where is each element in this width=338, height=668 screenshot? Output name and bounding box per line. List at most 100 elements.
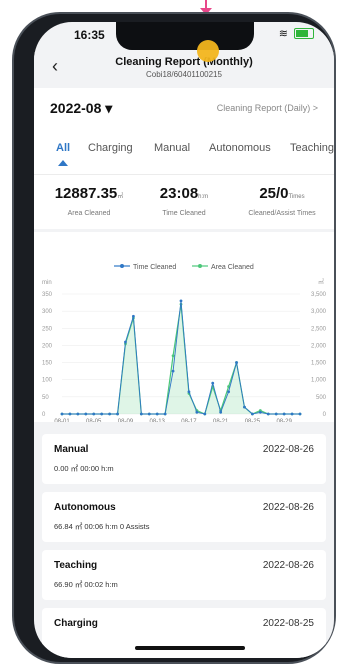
data-point-time [124, 340, 127, 344]
page-title: Cleaning Report (Monthly) [115, 56, 253, 68]
data-point-time [155, 412, 159, 416]
stat-times-label: Cleaned/Assist Times [248, 210, 316, 217]
tab-manual[interactable]: Manual [154, 142, 190, 154]
y-tick-right: 2,000 [311, 343, 327, 349]
record-name: Manual [54, 444, 89, 455]
data-point-time [76, 412, 80, 416]
tab-all[interactable]: All [56, 142, 70, 154]
data-point-time [251, 412, 254, 416]
data-point-time [116, 412, 119, 416]
legend-label-area: Area Cleaned [211, 264, 254, 271]
home-indicator [135, 646, 245, 650]
area-fill [62, 304, 300, 414]
x-tick-label: 08-21 [213, 419, 229, 422]
data-point-time [203, 412, 207, 416]
daily-report-link[interactable]: Cleaning Report (Daily) > [217, 103, 318, 113]
y-tick-left: 350 [42, 292, 53, 298]
y-tick-right: 500 [316, 395, 327, 401]
record-detail: 66.84 ㎡ 00:06 h:m 0 Assists [54, 522, 150, 531]
x-tick-label: 08-17 [181, 419, 197, 422]
data-point-time [60, 412, 64, 416]
nav-header: ‹ Cleaning Report (Monthly) Cobi18/60401… [34, 52, 334, 86]
y-tick-right: 3,000 [311, 309, 327, 315]
stat-time-label: Time Cleaned [162, 210, 206, 217]
x-tick-label: 08-29 [276, 419, 292, 422]
record-card-teaching[interactable]: Teaching 2022-08-26 66.90 ㎡ 00:02 h:m [42, 550, 326, 600]
stat-time-unit: h:m [198, 194, 209, 200]
battery-icon [294, 28, 314, 39]
stat-times: 25/0Times Cleaned/Assist Times [230, 185, 334, 217]
data-point-time [179, 299, 183, 303]
stat-area-unit: ㎡ [117, 194, 124, 200]
stat-area: 12887.35㎡ Area Cleaned [44, 185, 134, 217]
record-date: 2022-08-25 [262, 618, 314, 629]
record-card-manual[interactable]: Manual 2022-08-26 0.00 ㎡ 00:00 h:m [42, 434, 326, 484]
y-tick-right: 1,000 [311, 378, 327, 384]
y-tick-right: 0 [323, 412, 327, 418]
legend-dot-time [120, 264, 124, 268]
record-date: 2022-08-26 [262, 444, 314, 455]
x-tick-label: 08-25 [245, 419, 261, 422]
category-tabs: All Charging Manual Autonomous Teaching [34, 128, 334, 174]
y-tick-left: 150 [42, 361, 53, 367]
record-name: Autonomous [54, 502, 116, 513]
notch [116, 22, 254, 50]
tab-charging[interactable]: Charging [88, 142, 133, 154]
y-tick-left: 50 [42, 395, 49, 401]
status-time: 16:35 [74, 28, 105, 42]
device-id: Cobi18/60401100215 [146, 70, 222, 79]
y-tick-left: 100 [42, 378, 53, 384]
y-tick-right: 1,500 [311, 361, 327, 367]
data-point-time [243, 405, 246, 409]
y-tick-left: 250 [42, 326, 53, 332]
tab-autonomous[interactable]: Autonomous [209, 142, 271, 154]
data-point-time [274, 412, 278, 416]
stat-area-label: Area Cleaned [67, 210, 111, 217]
summary-stats: 12887.35㎡ Area Cleaned 23:08h:m Time Cle… [34, 174, 334, 229]
tab-indicator [58, 160, 68, 166]
cleaning-chart: Time Cleaned Area Cleaned min ㎡ 0 0 50 500 100 1,… [34, 232, 334, 425]
y-tick-right: 3,500 [311, 292, 327, 298]
x-tick-label: 08-13 [150, 419, 166, 422]
data-point-time [92, 412, 96, 416]
data-point-time [258, 410, 262, 414]
legend-label-time: Time Cleaned [133, 264, 176, 271]
period-bar: 2022-08 ▾ Cleaning Report (Daily) > [34, 88, 334, 128]
data-point-time [219, 410, 223, 414]
y-tick-left: 300 [42, 309, 53, 315]
wifi-icon: ≋ [278, 28, 288, 40]
record-detail: 0.00 ㎡ 00:00 h:m [54, 464, 114, 473]
stat-time-value: 23:08 [159, 185, 199, 202]
record-card-charging[interactable]: Charging 2022-08-25 [42, 608, 326, 658]
data-point-time [100, 412, 104, 416]
data-point-time [108, 412, 111, 416]
data-point-area [171, 354, 175, 358]
tab-teaching[interactable]: Teaching [290, 142, 334, 154]
stat-times-value: 25/0 [259, 185, 289, 202]
touch-indicator [197, 40, 219, 62]
stat-time: 23:08h:m Time Cleaned [144, 185, 224, 217]
record-name: Teaching [54, 560, 98, 571]
month-selector[interactable]: 2022-08 ▾ [50, 100, 112, 117]
record-name: Charging [54, 618, 98, 629]
y-axis-label-left: min [42, 280, 52, 286]
data-point-time [282, 412, 286, 416]
data-point-time [298, 412, 302, 416]
status-icons: ≋ [279, 27, 314, 40]
data-point-time [290, 412, 294, 416]
record-card-autonomous[interactable]: Autonomous 2022-08-26 66.84 ㎡ 00:06 h:m … [42, 492, 326, 542]
record-date: 2022-08-26 [262, 502, 314, 513]
y-axis-label-right: ㎡ [318, 278, 324, 286]
phone-screen: 16:35 ≋ ‹ Cleaning Report (Monthly) Cobi… [34, 22, 334, 658]
data-point-time [171, 369, 175, 373]
data-point-time [211, 381, 215, 385]
y-tick-left: 200 [42, 343, 53, 349]
data-point-time [139, 412, 143, 416]
data-point-time [68, 412, 72, 416]
data-point-time [187, 390, 191, 394]
x-tick-label: 08-01 [54, 419, 70, 422]
data-point-time [163, 412, 167, 416]
data-point-time [195, 410, 199, 414]
record-detail: 66.90 ㎡ 00:02 h:m [54, 580, 118, 589]
record-date: 2022-08-26 [262, 560, 314, 571]
